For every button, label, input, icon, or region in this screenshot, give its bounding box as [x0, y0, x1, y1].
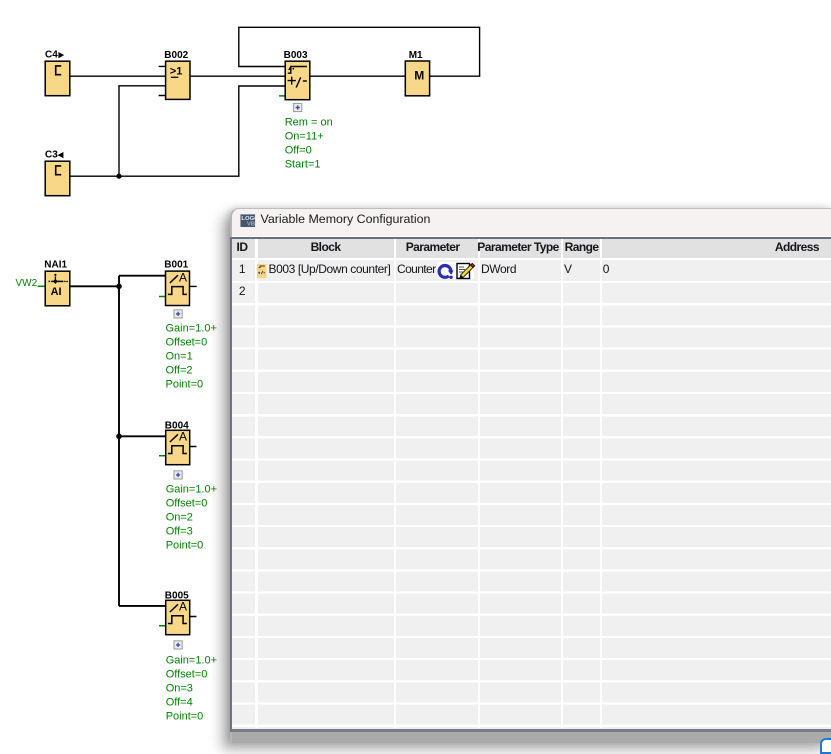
svg-text:Gain=1.0+: Gain=1.0+: [166, 655, 217, 667]
svg-text:M1: M1: [409, 50, 423, 61]
svg-text:Start=1: Start=1: [285, 159, 321, 171]
svg-text:On=2: On=2: [166, 512, 193, 524]
svg-text:VB: VB: [247, 221, 255, 227]
svg-text:B004: B004: [165, 420, 189, 431]
svg-text:Rem = on: Rem = on: [285, 117, 333, 129]
svg-text:AI: AI: [51, 286, 62, 298]
svg-text:Off=4: Off=4: [166, 697, 193, 709]
svg-text:B003: B003: [284, 50, 308, 61]
svg-text:Gain=1.0+: Gain=1.0+: [166, 323, 217, 335]
svg-text:Off=0: Off=0: [285, 145, 312, 157]
svg-text:>1: >1: [170, 66, 183, 78]
svg-text:VW2: VW2: [16, 278, 38, 289]
svg-text:Point=0: Point=0: [166, 711, 204, 723]
svg-text:On=11+: On=11+: [285, 131, 324, 143]
svg-text:B001: B001: [164, 260, 188, 271]
svg-text:Gain=1.0+: Gain=1.0+: [166, 484, 217, 496]
svg-text:C3: C3: [45, 150, 58, 161]
svg-text:Off=3: Off=3: [166, 526, 193, 538]
svg-text:A: A: [179, 430, 187, 444]
svg-text:Point=0: Point=0: [166, 379, 204, 391]
svg-text:Offset=0: Offset=0: [166, 498, 208, 510]
svg-text:B005: B005: [165, 590, 189, 601]
svg-text:C4: C4: [45, 50, 58, 61]
svg-text:On=1: On=1: [166, 351, 193, 363]
svg-text:Offset=0: Offset=0: [166, 669, 208, 681]
svg-text:A: A: [179, 271, 187, 285]
svg-text:Offset=0: Offset=0: [166, 337, 208, 349]
svg-text:NAI1: NAI1: [44, 260, 67, 271]
svg-text:Point=0: Point=0: [166, 540, 204, 552]
svg-text:Off=2: Off=2: [166, 365, 193, 377]
svg-text:A: A: [179, 600, 187, 614]
svg-text:M: M: [414, 69, 424, 83]
svg-text:On=3: On=3: [166, 683, 193, 695]
svg-text:B002: B002: [164, 50, 188, 61]
svg-text:LOGO: LOGO: [241, 216, 255, 222]
